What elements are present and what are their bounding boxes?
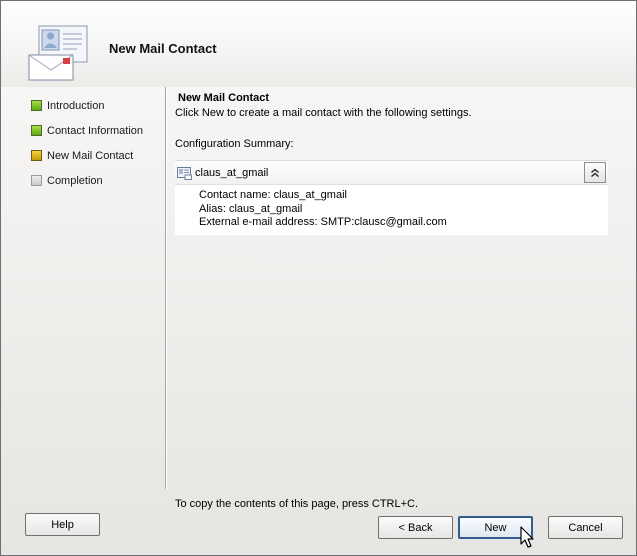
wizard-header: New Mail Contact — [1, 1, 636, 87]
help-button[interactable]: Help — [25, 513, 100, 536]
summary-label: Configuration Summary: — [175, 138, 294, 150]
cancel-button[interactable]: Cancel — [548, 516, 623, 539]
step-current-icon — [31, 150, 42, 161]
wizard-title: New Mail Contact — [109, 41, 217, 56]
summary-line-contact-name: Contact name: claus_at_gmail — [199, 189, 347, 201]
back-button[interactable]: < Back — [378, 516, 453, 539]
nav-item-completion[interactable]: Completion — [23, 168, 163, 193]
mail-contact-icon — [28, 25, 88, 81]
mouse-pointer-icon — [520, 526, 534, 548]
wizard-window: New Mail Contact Introduction Contact In… — [0, 0, 637, 556]
vertical-divider — [165, 87, 167, 489]
wizard-steps: Introduction Contact Information New Mai… — [23, 93, 163, 193]
summary-line-alias: Alias: claus_at_gmail — [199, 202, 303, 215]
nav-item-label: Completion — [47, 174, 103, 187]
summary-line-email: External e-mail address: SMTP:clausc@gma… — [199, 216, 447, 228]
chevron-double-up-icon — [591, 168, 599, 177]
collapse-button[interactable] — [584, 162, 606, 183]
nav-item-label: Introduction — [47, 99, 105, 112]
nav-item-new-mail-contact[interactable]: New Mail Contact — [23, 143, 163, 168]
section-description: Click New to create a mail contact with … — [175, 107, 472, 119]
contact-card-icon — [177, 166, 192, 180]
nav-item-introduction[interactable]: Introduction — [23, 93, 163, 118]
nav-item-label: Contact Information — [47, 124, 143, 137]
summary-details: Contact name: claus_at_gmail Alias: clau… — [175, 185, 608, 230]
step-complete-icon — [31, 100, 42, 111]
section-title: New Mail Contact — [178, 92, 270, 104]
configuration-summary: claus_at_gmail Contact name: claus_at_gm… — [175, 160, 608, 235]
step-complete-icon — [31, 125, 42, 136]
nav-item-label: New Mail Contact — [47, 149, 134, 162]
summary-item-name: claus_at_gmail — [195, 166, 269, 179]
copy-hint: To copy the contents of this page, press… — [175, 498, 419, 510]
summary-header: claus_at_gmail — [175, 161, 608, 185]
nav-item-contact-information[interactable]: Contact Information — [23, 118, 163, 143]
step-pending-icon — [31, 175, 42, 186]
content-panel: New Mail Contact Click New to create a m… — [175, 92, 615, 235]
